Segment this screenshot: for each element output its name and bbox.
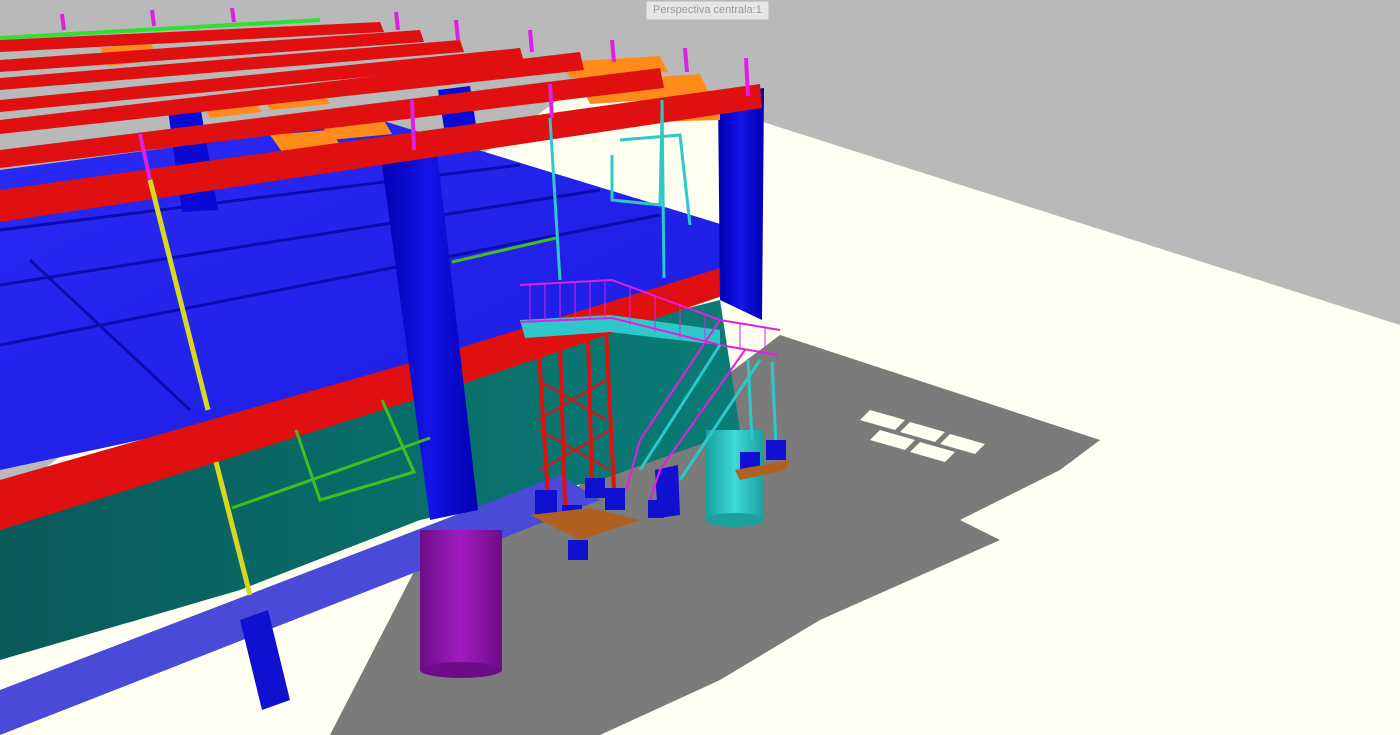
- 3d-viewport[interactable]: Perspectiva centrala:1: [0, 0, 1400, 735]
- view-label: Perspectiva centrala:1: [646, 1, 769, 20]
- model-render[interactable]: [0, 0, 1400, 735]
